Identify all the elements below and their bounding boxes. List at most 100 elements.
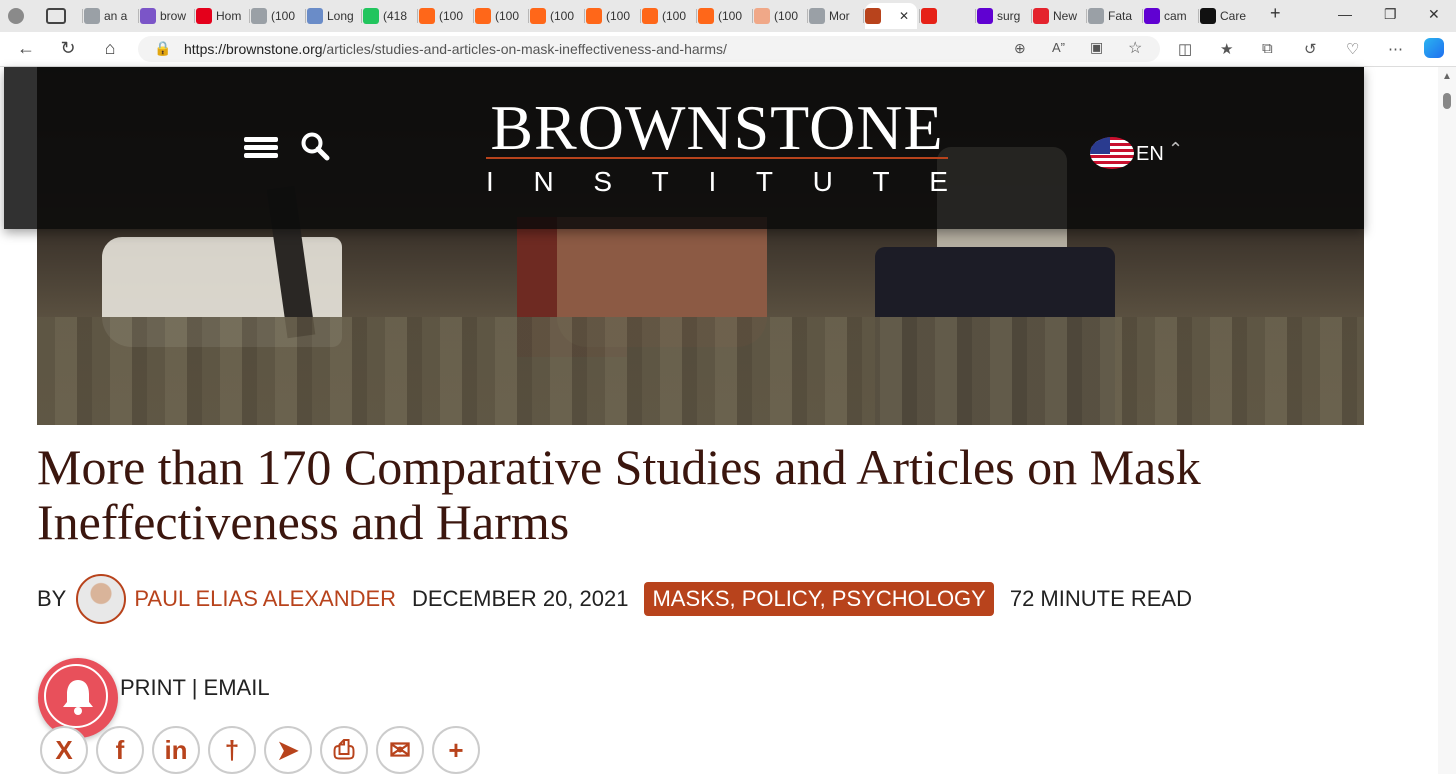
browser-tab[interactable]: Hom (196, 3, 248, 29)
minimize-button[interactable]: — (1338, 6, 1352, 22)
browser-tab[interactable]: (100 (530, 3, 582, 29)
logo-letter: T (755, 166, 773, 197)
tab-label: New (1053, 9, 1078, 23)
logo-letter: E (929, 166, 948, 197)
browser-tab[interactable] (921, 3, 973, 29)
home-button[interactable]: ⌂ (98, 38, 122, 59)
yahoo-icon (1144, 8, 1160, 24)
browser-tab[interactable]: Fata (1088, 3, 1140, 29)
search-icon[interactable] (300, 131, 330, 161)
browser-tab[interactable]: (100 (251, 3, 303, 29)
language-selector[interactable]: EN (1136, 143, 1164, 166)
hero-ground (37, 317, 1364, 425)
browser-tab[interactable]: Care (1200, 3, 1252, 29)
browser-tab[interactable]: New (1033, 3, 1085, 29)
zoom-icon[interactable]: ⊕ (1014, 40, 1026, 57)
tab-separator (528, 9, 529, 23)
tab-actions-button[interactable] (46, 3, 68, 29)
tab-label: (100 (718, 9, 743, 23)
browser-tab[interactable]: Mor (809, 3, 861, 29)
browser-tab[interactable]: (100 (419, 3, 471, 29)
tab-separator (417, 9, 418, 23)
favorite-star-icon[interactable]: ☆ (1128, 38, 1142, 58)
g-icon (363, 8, 379, 24)
tab-separator (752, 9, 753, 23)
close-tab-icon[interactable]: ✕ (899, 9, 909, 23)
back-button[interactable]: ← (14, 38, 38, 59)
url-bar[interactable]: 🔒 https://brownstone.org/articles/studie… (138, 36, 1160, 62)
favorites-icon[interactable]: ★ (1220, 40, 1233, 58)
logo-letter: U (812, 166, 833, 197)
scrollbar-thumb[interactable] (1443, 93, 1451, 109)
telegram-share-icon[interactable]: ➤ (264, 726, 312, 774)
us-flag-icon[interactable] (1090, 137, 1134, 169)
menu-icon[interactable] (244, 137, 278, 159)
x-share-icon[interactable]: X (40, 726, 88, 774)
more-share-icon[interactable]: + (432, 726, 480, 774)
browser-tab[interactable]: brow (140, 3, 192, 29)
reader-view-icon[interactable]: ▣ (1090, 39, 1103, 56)
browser-tab[interactable]: Long (307, 3, 359, 29)
chevron-up-icon[interactable]: ⌃ (1168, 139, 1183, 160)
tab-label: surg (997, 9, 1021, 23)
browser-essentials-icon[interactable]: ♡ (1346, 40, 1359, 58)
email-share-icon[interactable]: ✉ (376, 726, 424, 774)
scrollbar[interactable]: ▲ (1438, 67, 1456, 774)
browser-tab[interactable]: an a (84, 3, 136, 29)
scroll-up-icon[interactable]: ▲ (1442, 71, 1452, 82)
browser-tab[interactable]: (418 (363, 3, 415, 29)
browser-tab[interactable]: cam (1144, 3, 1196, 29)
url-path: /articles/studies-and-articles-on-mask-i… (322, 41, 727, 57)
author-link[interactable]: PAUL ELIAS ALEXANDER (134, 586, 396, 612)
substack-share-icon[interactable]: † (208, 726, 256, 774)
app-icon (196, 8, 212, 24)
tab-label: (418 (383, 9, 408, 23)
tab-separator (249, 9, 250, 23)
browser-tab[interactable]: (100 (754, 3, 806, 29)
article-byline: BY PAUL ELIAS ALEXANDER DECEMBER 20, 202… (37, 574, 1192, 624)
refresh-button[interactable]: ↻ (56, 38, 80, 59)
browser-tab[interactable]: surg (977, 3, 1029, 29)
logo-letter: S (593, 166, 613, 197)
wordpress-icon (809, 8, 825, 24)
substack-icon (642, 8, 658, 24)
five-icon (307, 8, 323, 24)
profile-icon (8, 8, 24, 24)
tab-label: (100 (550, 9, 575, 23)
b-icon (1200, 8, 1216, 24)
copilot-icon[interactable] (1424, 38, 1444, 58)
settings-more-icon[interactable]: ⋯ (1388, 40, 1403, 58)
history-icon[interactable]: ↺ (1304, 40, 1317, 58)
arrow-icon (1088, 8, 1104, 24)
browser-tab-bar: an a brow Hom (100 Long (418 (100 (100 (100 (100 (… (0, 0, 1456, 32)
tab-label: (100 (662, 9, 687, 23)
tab-separator (305, 9, 306, 23)
browser-tab[interactable]: (100 (642, 3, 694, 29)
tab-separator (473, 9, 474, 23)
restore-button[interactable]: ❐ (1384, 6, 1397, 23)
by-label: BY (37, 586, 67, 611)
logo-letter: T (651, 166, 669, 197)
collections-icon[interactable]: ⧉ (1262, 40, 1273, 57)
r-icon (1033, 8, 1049, 24)
tab-active[interactable]: ✕ (865, 3, 917, 29)
author-avatar[interactable] (76, 574, 127, 624)
print-email-links[interactable]: PRINT | EMAIL (120, 675, 270, 701)
browser-tab[interactable]: (100 (698, 3, 750, 29)
browser-tab[interactable]: (100 (475, 3, 527, 29)
logo-brownstone[interactable]: BROWNSTONE (482, 93, 952, 163)
new-tab-button[interactable]: + (1270, 3, 1281, 24)
close-window-button[interactable]: ✕ (1428, 6, 1440, 23)
logo-institute[interactable]: I N S T I T U T E (486, 166, 948, 198)
url-host: https://brownstone.org (184, 41, 323, 57)
category-badge[interactable]: MASKS, POLICY, PSYCHOLOGY (644, 582, 994, 616)
profile-avatar[interactable] (8, 3, 34, 29)
print-share-icon[interactable]: ⎙ (320, 726, 368, 774)
tab-label: Hom (216, 9, 242, 23)
linkedin-share-icon[interactable]: in (152, 726, 200, 774)
logo-letter: N (533, 166, 554, 197)
read-aloud-icon[interactable]: A” (1052, 40, 1065, 55)
facebook-share-icon[interactable]: f (96, 726, 144, 774)
split-screen-icon[interactable]: ◫ (1178, 40, 1192, 58)
browser-tab[interactable]: (100 (586, 3, 638, 29)
